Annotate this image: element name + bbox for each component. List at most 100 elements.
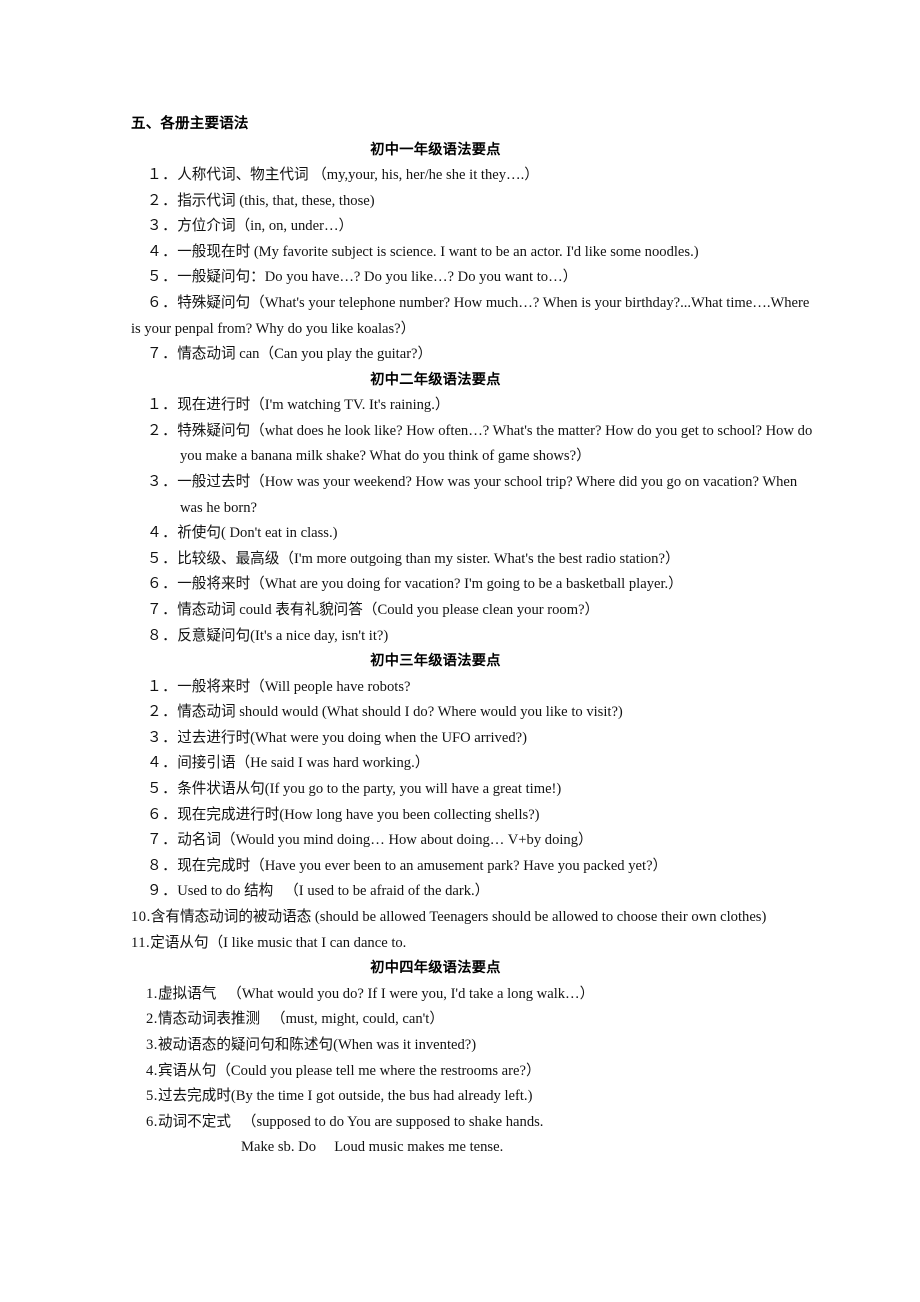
list-item-text: 含有情态动词的被动语态 (should be allowed Teenagers… bbox=[150, 909, 767, 926]
list-item-number: ２． bbox=[147, 704, 178, 721]
list-item-text: 一般疑问句：Do you have…? Do you like…? Do you… bbox=[177, 269, 578, 286]
list-item-number: ６． bbox=[147, 576, 178, 593]
list-item: 5.过去完成时(By the time I got outside, the b… bbox=[131, 1084, 820, 1110]
list-item-text: 指示代词 (this, that, these, those) bbox=[177, 192, 375, 209]
list-item-text: 方位介词（in, on, under…） bbox=[177, 218, 354, 235]
list-item-text: 过去完成时(By the time I got outside, the bus… bbox=[157, 1088, 533, 1105]
list-item: ８．反意疑问句(It's a nice day, isn't it?) bbox=[131, 624, 820, 650]
list-item: ５．一般疑问句：Do you have…? Do you like…? Do y… bbox=[131, 265, 820, 291]
list-item-text: 情态动词 can（Can you play the guitar?） bbox=[177, 346, 433, 363]
list-item-number: 3. bbox=[146, 1036, 158, 1053]
list-item-number: 11. bbox=[131, 934, 151, 951]
list-item-text: 虚拟语气 （What would you do? If I were you, … bbox=[157, 985, 595, 1002]
list-item: ６．特殊疑问句（What's your telephone number? Ho… bbox=[131, 291, 820, 342]
list-item-text: 过去进行时(What were you doing when the UFO a… bbox=[177, 729, 527, 746]
list-item-number: １． bbox=[147, 678, 178, 695]
list-item-number: 1. bbox=[146, 985, 158, 1002]
list-item-number: ５． bbox=[147, 269, 178, 286]
list-item-text: 情态动词表推测 （must, might, could, can't） bbox=[157, 1011, 444, 1028]
list-item-text: 情态动词 could 表有礼貌问答（Could you please clean… bbox=[177, 602, 600, 618]
list-item: ２．情态动词 should would (What should I do? W… bbox=[131, 700, 820, 726]
list-item: ７．情态动词 could 表有礼貌问答（Could you please cle… bbox=[131, 598, 820, 624]
list-item: 3.被动语态的疑问句和陈述句(When was it invented?) bbox=[131, 1033, 820, 1059]
list-item-number: ８． bbox=[147, 627, 178, 644]
page-title: 五、各册主要语法 bbox=[131, 116, 249, 132]
list-item-text: 比较级、最高级（I'm more outgoing than my sister… bbox=[177, 550, 680, 567]
list-item-number: ４． bbox=[147, 755, 178, 772]
list-item-number: 2. bbox=[146, 1011, 158, 1028]
list-item: 10.含有情态动词的被动语态 (should be allowed Teenag… bbox=[131, 905, 820, 931]
list-item: ７．情态动词 can（Can you play the guitar?） bbox=[131, 342, 820, 368]
list-item: ３．一般过去时（How was your weekend? How was yo… bbox=[131, 470, 820, 521]
list-item: 1.虚拟语气 （What would you do? If I were you… bbox=[131, 982, 820, 1008]
list-item: ５．条件状语从句(If you go to the party, you wil… bbox=[131, 777, 820, 803]
list-item: 6.动词不定式 （supposed to do You are supposed… bbox=[131, 1110, 820, 1136]
list-item-number: １． bbox=[147, 167, 178, 183]
list-item-text: 一般将来时（What are you doing for vacation? I… bbox=[177, 576, 683, 593]
list-item-continuation: Make sb. Do Loud music makes me tense. bbox=[241, 1139, 504, 1156]
list-item-number: ７． bbox=[147, 602, 178, 618]
list-item-text: 现在进行时（I'm watching TV. It's raining.） bbox=[177, 397, 450, 414]
list-item-number: ９． bbox=[147, 883, 178, 900]
list-item-text: 动名词（Would you mind doing… How about doin… bbox=[177, 832, 593, 849]
list-item-text: 一般过去时（How was your weekend? How was your… bbox=[177, 474, 798, 516]
section-title-grade2: 初中二年级语法要点 bbox=[370, 371, 501, 388]
list-item-text: 特殊疑问句（what does he look like? How often…… bbox=[177, 422, 813, 465]
list-item-number: ７． bbox=[147, 346, 178, 363]
list-item-text: 现在完成进行时(How long have you been collectin… bbox=[177, 806, 540, 823]
list-item-text: Used to do 结构 （I used to be afraid of th… bbox=[177, 883, 490, 900]
list-item-number: ５． bbox=[147, 550, 178, 567]
list-item: ５．比较级、最高级（I'm more outgoing than my sist… bbox=[131, 547, 820, 573]
list-item-text: 特殊疑问句（What's your telephone number? How … bbox=[131, 294, 810, 337]
list-item: ４．祈使句( Don't eat in class.) bbox=[131, 521, 820, 547]
list-item-text: 反意疑问句(It's a nice day, isn't it?) bbox=[177, 627, 389, 644]
list-item-number: ７． bbox=[147, 832, 178, 849]
document-page: 五、各册主要语法 初中一年级语法要点 １．人称代词、物主代词 （my,your,… bbox=[0, 0, 920, 1302]
list-item-number: 6. bbox=[146, 1113, 158, 1130]
list-item-text: 一般将来时（Will people have robots? bbox=[177, 678, 411, 695]
list-item: １．一般将来时（Will people have robots? bbox=[131, 675, 820, 701]
list-item-number: ３． bbox=[147, 729, 178, 746]
list-item-number: 10. bbox=[131, 909, 151, 926]
section-title-grade3: 初中三年级语法要点 bbox=[370, 653, 501, 670]
list-item-number: ６． bbox=[147, 806, 178, 823]
list-item: ４．一般现在时 (My favorite subject is science.… bbox=[131, 240, 820, 266]
list-item-number: ６． bbox=[147, 294, 178, 311]
section-title-grade4: 初中四年级语法要点 bbox=[370, 960, 501, 977]
list-item-text: 宾语从句（Could you please tell me where the … bbox=[157, 1062, 541, 1079]
list-item-text: 定语从句（I like music that I can dance to. bbox=[150, 934, 407, 951]
list-item-text: 被动语态的疑问句和陈述句(When was it invented?) bbox=[157, 1036, 477, 1053]
list-item: １．现在进行时（I'm watching TV. It's raining.） bbox=[131, 393, 820, 419]
list-item: ３．过去进行时(What were you doing when the UFO… bbox=[131, 726, 820, 752]
list-item: ３．方位介词（in, on, under…） bbox=[131, 214, 820, 240]
list-item-text: 人称代词、物主代词 （my,your, his, her/he she it t… bbox=[177, 167, 539, 183]
list-item-number: ４． bbox=[147, 525, 178, 542]
list-item-number: ３． bbox=[147, 218, 178, 235]
list-item: ４．间接引语（He said I was hard working.） bbox=[131, 751, 820, 777]
list-item: ２．特殊疑问句（what does he look like? How ofte… bbox=[131, 419, 820, 470]
list-item: ９．Used to do 结构 （I used to be afraid of … bbox=[131, 879, 820, 905]
section-title-grade1: 初中一年级语法要点 bbox=[370, 141, 501, 158]
list-item: 4.宾语从句（Could you please tell me where th… bbox=[131, 1059, 820, 1085]
list-item-text: 现在完成时（Have you ever been to an amusement… bbox=[177, 857, 668, 874]
list-item-text: 动词不定式 （supposed to do You are supposed t… bbox=[157, 1113, 544, 1130]
list-item-text: 祈使句( Don't eat in class.) bbox=[177, 525, 338, 542]
list-item-number: ２． bbox=[147, 422, 178, 439]
list-item-number: ８． bbox=[147, 857, 178, 874]
list-item-number: 4. bbox=[146, 1062, 158, 1079]
list-item-number: ２． bbox=[147, 192, 178, 209]
list-item-text: 一般现在时 (My favorite subject is science. I… bbox=[177, 243, 699, 260]
list-item: ８．现在完成时（Have you ever been to an amuseme… bbox=[131, 854, 820, 880]
list-item-text: 条件状语从句(If you go to the party, you will … bbox=[177, 781, 562, 798]
list-item-number: ５． bbox=[147, 781, 178, 798]
list-item-number: ４． bbox=[147, 243, 178, 260]
list-item: 2.情态动词表推测 （must, might, could, can't） bbox=[131, 1007, 820, 1033]
list-item-text: 间接引语（He said I was hard working.） bbox=[177, 755, 430, 772]
list-item-text: 情态动词 should would (What should I do? Whe… bbox=[177, 704, 623, 721]
list-item: ６．现在完成进行时(How long have you been collect… bbox=[131, 803, 820, 829]
list-item: ２．指示代词 (this, that, these, those) bbox=[131, 189, 820, 215]
list-item: 11.定语从句（I like music that I can dance to… bbox=[131, 931, 820, 957]
list-item-number: ３． bbox=[147, 474, 178, 491]
list-item-number: １． bbox=[147, 397, 178, 414]
list-item-number: 5. bbox=[146, 1088, 158, 1105]
